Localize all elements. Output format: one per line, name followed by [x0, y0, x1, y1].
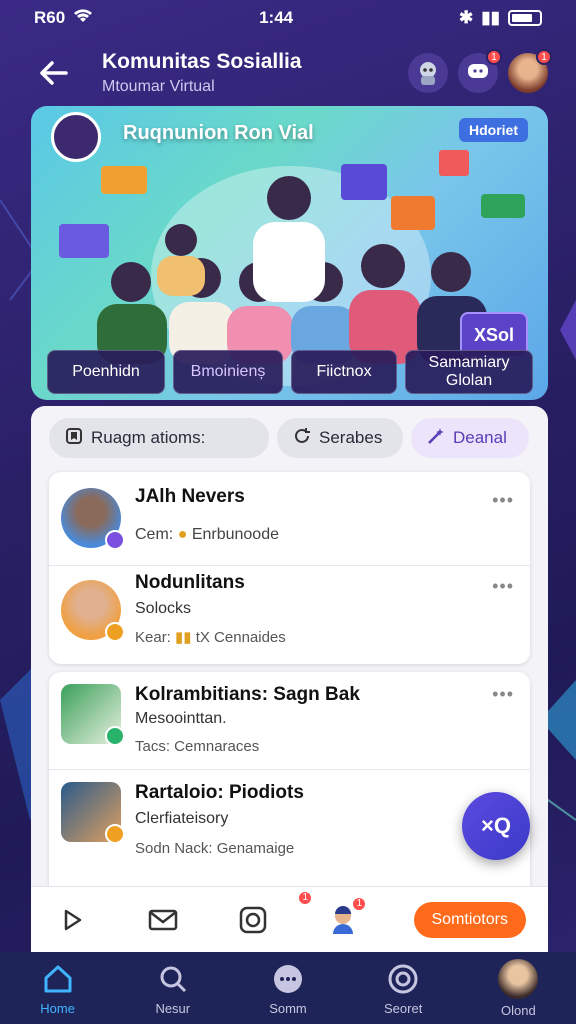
- back-arrow-icon[interactable]: [30, 49, 78, 97]
- list-item[interactable]: JAlh Nevers Cem: ● Enrbunoode •••: [49, 472, 530, 566]
- nav-label: Seoret: [384, 1000, 423, 1016]
- action-toolbar: 1 1 Somtiotors: [31, 886, 548, 952]
- nav-label: Nesur: [155, 1000, 191, 1016]
- more-options-icon[interactable]: •••: [492, 490, 514, 511]
- nav-search[interactable]: Nesur: [128, 961, 218, 1016]
- friend-avatar[interactable]: 1: [323, 895, 368, 940]
- member-name[interactable]: Nodunlitans: [135, 572, 245, 594]
- banner-action-3[interactable]: Fiictnox: [291, 350, 397, 394]
- community-banner[interactable]: Ruqnunion Ron Vial Hdoriet XSol Poenhidn…: [31, 106, 548, 400]
- more-options-icon[interactable]: •••: [492, 576, 514, 597]
- page-subtitle: Mtoumar Virtual: [102, 78, 215, 95]
- header-titles: Komunitas Sosiallia Mtoumar Virtual: [102, 50, 408, 96]
- more-options-icon[interactable]: •••: [492, 684, 514, 705]
- group-name[interactable]: Kolrambitians: Sagn Bak: [135, 684, 360, 706]
- status-icon: [105, 530, 125, 550]
- play-icon[interactable]: [53, 900, 93, 940]
- group-subtitle: Clerfiateisory: [135, 810, 229, 827]
- bottom-navigation: Home Nesur Somm Seoret Olond: [0, 952, 576, 1024]
- battery-icon: [508, 10, 542, 26]
- status-icon: [105, 622, 125, 642]
- profile-avatar: [498, 958, 539, 999]
- camera-icon[interactable]: 1: [233, 889, 314, 940]
- chip-deanal[interactable]: Deanal: [411, 418, 529, 458]
- carrier-label: R60: [34, 8, 66, 27]
- group-avatar[interactable]: [61, 782, 125, 844]
- search-icon: [155, 961, 191, 997]
- banner-title: Ruqnunion Ron Vial: [123, 122, 314, 144]
- chip-label: Deanal: [453, 428, 507, 447]
- chip-label: Ruagm atioms:: [91, 428, 206, 447]
- group-meta: Tacs: Cemnaraces: [135, 738, 260, 755]
- banner-action-4[interactable]: Samamiary Glolan: [405, 350, 533, 394]
- status-icon: [105, 824, 125, 844]
- group-subtitle: Mesoointtan.: [135, 710, 227, 727]
- explore-icon: [385, 961, 421, 997]
- notification-badge: 1: [486, 49, 502, 65]
- member-subtitle: Cem: ● Enrbunoode: [135, 526, 279, 543]
- nav-label: Olond: [500, 1002, 536, 1018]
- robot-icon[interactable]: [408, 53, 448, 93]
- bluetooth-icon: ✱: [459, 8, 474, 27]
- filter-chips: Ruagm atioms: Serabes Deanal: [49, 418, 529, 458]
- floating-action-button[interactable]: ×Q: [462, 792, 530, 860]
- notification-badge: 1: [297, 889, 314, 906]
- refresh-icon: [293, 427, 311, 450]
- group-name[interactable]: Rartaloio: Piodiots: [135, 782, 304, 804]
- banner-action-bar: Poenhidn Bmoinienș Fiictnox Samamiary Gl…: [47, 350, 533, 394]
- chat-icon: [270, 961, 306, 997]
- nav-label: Home: [40, 1000, 75, 1016]
- status-icon: [105, 726, 125, 746]
- signal-icon: ▮▮: [481, 8, 500, 27]
- mail-icon[interactable]: [143, 900, 183, 940]
- list-item[interactable]: Rartaloio: Piodiots Clerfiateisory Sodn …: [49, 770, 530, 874]
- chip-searches[interactable]: Serabes: [277, 418, 403, 458]
- primary-action-button[interactable]: Somtiotors: [413, 901, 526, 938]
- member-subtitle: Solocks: [135, 600, 192, 617]
- wifi-icon: [73, 8, 93, 29]
- main-panel: Ruagm atioms: Serabes Deanal JAlh Nevers…: [31, 406, 548, 952]
- bookmark-icon: [65, 427, 83, 450]
- member-meta: Kear: ▮▮ tX Cennaides: [135, 629, 286, 646]
- community-card: Kolrambitians: Sagn Bak Mesoointtan. Tac…: [49, 672, 530, 902]
- banner-action-2[interactable]: Bmoinienș: [173, 350, 283, 394]
- member-avatar[interactable]: [61, 488, 125, 550]
- status-time: 1:44: [259, 8, 294, 27]
- list-item[interactable]: Nodunlitans Solocks Kear: ▮▮ tX Cennaide…: [49, 566, 530, 664]
- notification-badge: 1: [536, 49, 552, 65]
- chat-bubble-icon[interactable]: 1: [458, 49, 502, 93]
- header-actions: 1 1: [408, 49, 552, 93]
- list-item[interactable]: Kolrambitians: Sagn Bak Mesoointtan. Tac…: [49, 672, 530, 770]
- nav-profile[interactable]: Olond: [473, 958, 563, 1018]
- wand-icon: [427, 427, 445, 450]
- status-bar: R60 1:44 ✱ ▮▮: [0, 0, 576, 36]
- member-name[interactable]: JAlh Nevers: [135, 486, 245, 508]
- nav-home[interactable]: Home: [13, 961, 103, 1016]
- group-meta: Sodn Nack: Genamaige: [135, 840, 295, 857]
- page-title: Komunitas Sosiallia: [102, 50, 302, 73]
- community-avatar[interactable]: [51, 112, 101, 162]
- chip-label: Serabes: [319, 428, 383, 447]
- nav-chat[interactable]: Somm: [243, 961, 333, 1016]
- chip-program[interactable]: Ruagm atioms:: [49, 418, 269, 458]
- nav-label: Somm: [269, 1000, 307, 1016]
- member-avatar[interactable]: [61, 580, 125, 642]
- app-header: Komunitas Sosiallia Mtoumar Virtual 1 1: [30, 38, 552, 108]
- banner-action-1[interactable]: Poenhidn: [47, 350, 165, 394]
- banner-badge[interactable]: Hdoriet: [459, 118, 528, 142]
- user-avatar[interactable]: 1: [508, 49, 552, 93]
- home-icon: [40, 961, 76, 997]
- member-card: JAlh Nevers Cem: ● Enrbunoode ••• Nodunl…: [49, 472, 530, 664]
- notification-badge: 1: [351, 895, 368, 912]
- nav-explore[interactable]: Seoret: [358, 961, 448, 1016]
- group-avatar[interactable]: [61, 684, 125, 746]
